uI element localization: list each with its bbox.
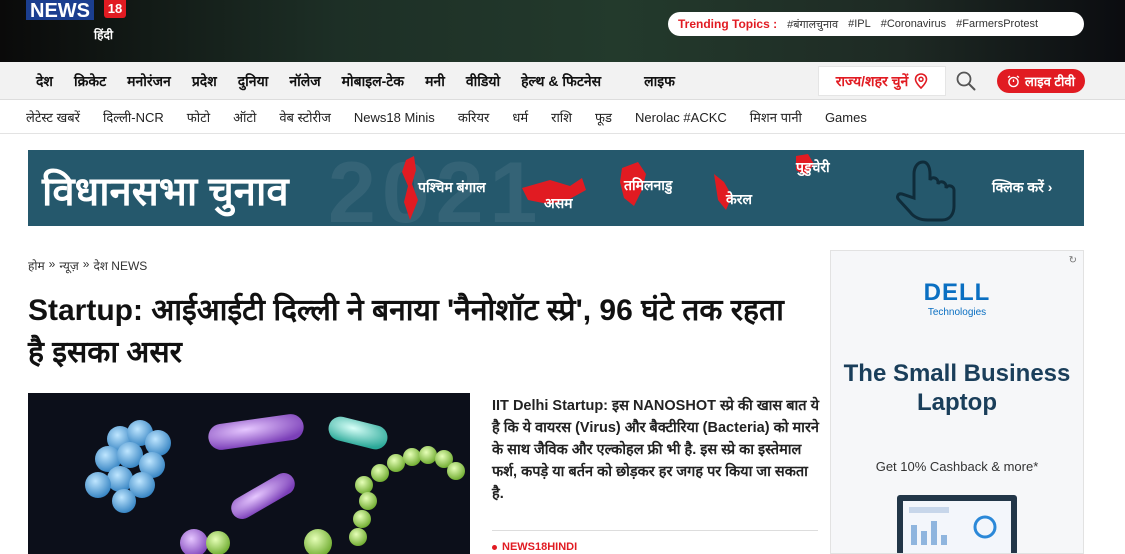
ad-headline: The Small Business Laptop	[843, 360, 1071, 416]
breadcrumb-home[interactable]: होम	[28, 257, 45, 274]
nav-item-health-fitness[interactable]: हेल्थ & फिटनेस	[521, 72, 601, 91]
dell-advertisement[interactable]: ↻ DELL Technologies The Small Business L…	[830, 250, 1084, 554]
nav-item-life[interactable]: लाइफ	[644, 72, 675, 91]
nav-item-knowledge[interactable]: नॉलेज	[289, 72, 320, 91]
sub-nav: लेटेस्ट खबरें दिल्ली-NCR फोटो ऑटो वेब स्…	[0, 100, 1125, 134]
source-dot	[492, 544, 497, 550]
subnav-item[interactable]: लेटेस्ट खबरें	[26, 108, 80, 126]
logo-text: NEWS	[26, 0, 94, 22]
banner-click-button[interactable]: क्लिक करें ›	[992, 178, 1052, 197]
trending-tag[interactable]: #FarmersProtest	[956, 18, 1038, 30]
bacteria-illustration	[28, 393, 470, 554]
breadcrumb-news[interactable]: न्यूज़	[59, 257, 78, 274]
subnav-item[interactable]: करियर	[458, 108, 490, 126]
nav-item-video[interactable]: वीडियो	[466, 72, 500, 91]
trending-tag[interactable]: #बंगालचुनाव	[787, 17, 838, 32]
state-label-tamilnadu: तमिलनाडु	[624, 177, 673, 193]
nav-item-cricket[interactable]: क्रिकेट	[74, 72, 106, 91]
search-icon[interactable]	[955, 70, 977, 92]
subnav-item[interactable]: फोटो	[187, 108, 210, 126]
nav-item-desh[interactable]: देश	[36, 72, 53, 91]
article-hero-image	[28, 393, 470, 554]
state-label-kerala: केरल	[726, 191, 752, 207]
subnav-item[interactable]: फूड	[595, 108, 612, 126]
subnav-item[interactable]: Games	[825, 110, 867, 125]
nav-item-duniya[interactable]: दुनिया	[238, 72, 269, 91]
site-header: NEWS 18 हिंदी Trending Topics : #बंगालचु…	[0, 0, 1125, 62]
subnav-item[interactable]: News18 Minis	[354, 110, 435, 125]
state-label-assam: असम	[544, 195, 573, 211]
trending-tag[interactable]: #IPL	[848, 18, 871, 30]
banner-title: विधानसभा चुनाव	[42, 170, 289, 214]
logo-number: 18	[104, 0, 126, 18]
logo-hindi: हिंदी	[94, 28, 113, 42]
trending-topics-bar: Trending Topics : #बंगालचुनाव #IPL #Coro…	[668, 12, 1084, 36]
article-headline: Startup: आईआईटी दिल्ली ने बनाया 'नैनोशॉट…	[28, 294, 784, 369]
trending-label: Trending Topics :	[678, 17, 778, 31]
subnav-item[interactable]: ऑटो	[233, 108, 256, 126]
laptop-image	[897, 495, 1017, 553]
live-tv-label: लाइव टीवी	[1025, 74, 1075, 89]
article-summary: IIT Delhi Startup: इस NANOSHOT स्प्रे की…	[492, 398, 820, 502]
subnav-item[interactable]: दिल्ली-NCR	[103, 108, 164, 126]
nav-item-manoranjan[interactable]: मनोरंजन	[127, 72, 171, 91]
subnav-item[interactable]: राशि	[551, 108, 572, 126]
breadcrumb: होम » न्यूज़ » देश NEWS	[28, 257, 147, 274]
alarm-clock-icon	[1007, 74, 1020, 87]
subnav-item[interactable]: धर्म	[512, 108, 528, 126]
summary-divider	[492, 530, 818, 531]
ad-brand-sub: Technologies	[927, 307, 987, 318]
subnav-item[interactable]: मिशन पानी	[750, 108, 802, 126]
subnav-item[interactable]: वेब स्टोरीज	[279, 108, 331, 126]
location-pin-icon	[914, 73, 928, 89]
nav-item-mobile-tech[interactable]: मोबाइल-टेक	[342, 72, 404, 91]
state-label-puducherry: पुडुचेरी	[796, 159, 830, 175]
nav-item-money[interactable]: मनी	[425, 72, 445, 91]
news18-logo[interactable]: NEWS 18 हिंदी	[26, 0, 138, 46]
state-select-label: राज्य/शहर चुनें	[835, 72, 909, 89]
article-source[interactable]: NEWS18HINDI	[492, 541, 577, 553]
breadcrumb-separator: »	[48, 257, 56, 271]
ad-offer: Get 10% Cashback & more*	[875, 459, 1039, 474]
ad-refresh-icon[interactable]: ↻	[1069, 255, 1077, 266]
ad-brand: DELL	[923, 279, 991, 306]
breadcrumb-separator: »	[82, 257, 90, 271]
live-tv-button[interactable]: लाइव टीवी	[997, 69, 1085, 93]
breadcrumb-desh-news[interactable]: देश NEWS	[93, 257, 147, 274]
election-banner[interactable]: 2021 विधानसभा चुनाव पश्चिम बंगाल असम तमि…	[28, 150, 1084, 226]
nav-item-pradesh[interactable]: प्रदेश	[192, 72, 217, 91]
state-label-west-bengal: पश्चिम बंगाल	[418, 179, 486, 195]
source-label: NEWS18HINDI	[502, 541, 578, 553]
state-city-select[interactable]: राज्य/शहर चुनें	[818, 66, 946, 96]
subnav-item[interactable]: Nerolac #ACKC	[635, 110, 727, 125]
trending-tag[interactable]: #Coronavirus	[881, 18, 946, 30]
